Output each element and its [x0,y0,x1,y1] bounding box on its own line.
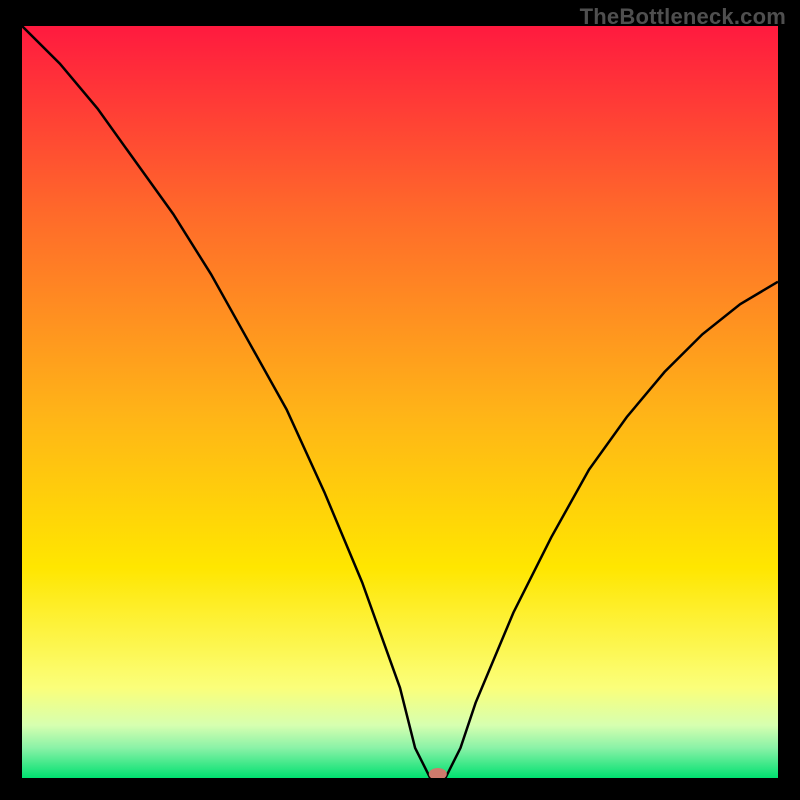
gradient-background [22,26,778,778]
watermark-text: TheBottleneck.com [580,4,786,30]
chart-svg [22,26,778,778]
figure-area: TheBottleneck.com [0,0,800,800]
plot-frame [22,26,778,778]
